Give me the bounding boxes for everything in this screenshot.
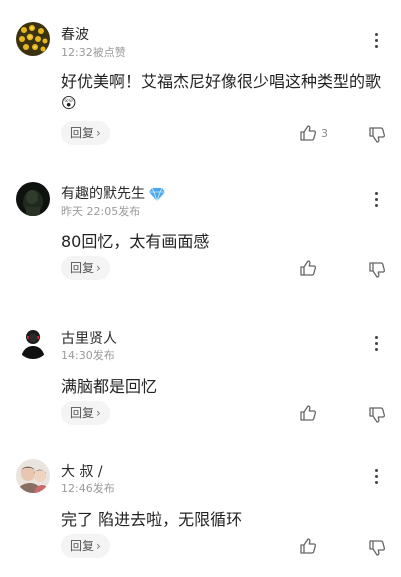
comment-text: 满脑都是回忆 xyxy=(61,377,158,396)
comment-text: 80回忆，太有画面感 xyxy=(61,232,210,251)
reply-label: 回复 xyxy=(70,261,95,275)
avatar[interactable] xyxy=(16,459,50,493)
user-name[interactable]: 大 叔 / xyxy=(61,461,103,481)
reply-button[interactable]: 回复 › xyxy=(61,401,110,425)
thumbs-up-icon[interactable] xyxy=(299,404,317,422)
surprised-emoji-icon: 😲 xyxy=(61,94,77,112)
comment-text: 好优美啊！艾福杰尼好像很少唱这种类型的歌 xyxy=(61,72,382,91)
thumbs-up-icon[interactable] xyxy=(299,259,317,277)
chevron-right-icon: › xyxy=(96,406,101,420)
avatar[interactable] xyxy=(16,182,50,216)
avatar[interactable] xyxy=(16,325,50,359)
more-vertical-icon[interactable] xyxy=(368,192,384,212)
reply-label: 回复 xyxy=(70,406,95,420)
user-name-text: 有趣的默先生 xyxy=(61,186,145,202)
thumbs-down-icon[interactable] xyxy=(368,261,386,279)
reply-label: 回复 xyxy=(70,539,95,553)
avatar[interactable] xyxy=(16,22,50,56)
thumbs-down-icon[interactable] xyxy=(368,126,386,144)
user-name[interactable]: 有趣的默先生 xyxy=(61,183,165,203)
reply-button[interactable]: 回复 › xyxy=(61,534,110,558)
reply-button[interactable]: 回复 › xyxy=(61,121,110,145)
chevron-right-icon: › xyxy=(96,126,101,140)
comment-meta: 昨天 22:05发布 xyxy=(61,205,141,218)
diamond-badge-icon xyxy=(149,187,165,201)
chevron-right-icon: › xyxy=(96,539,101,553)
thumbs-up-icon[interactable] xyxy=(299,124,317,142)
comment-meta: 14:30发布 xyxy=(61,349,115,362)
comment-text: 完了 陷进去啦，无限循环 xyxy=(61,510,243,529)
user-name[interactable]: 春波 xyxy=(61,24,89,44)
user-name[interactable]: 古里贤人 xyxy=(61,328,117,348)
comment-meta: 12:46发布 xyxy=(61,482,115,495)
comment-meta: 12:32被点赞 xyxy=(61,46,126,59)
reply-button[interactable]: 回复 › xyxy=(61,256,110,280)
more-vertical-icon[interactable] xyxy=(368,469,384,489)
thumbs-down-icon[interactable] xyxy=(368,539,386,557)
thumbs-up-icon[interactable] xyxy=(299,537,317,555)
more-vertical-icon[interactable] xyxy=(368,33,384,53)
more-vertical-icon[interactable] xyxy=(368,336,384,356)
thumbs-down-icon[interactable] xyxy=(368,406,386,424)
reply-label: 回复 xyxy=(70,126,95,140)
like-count: 3 xyxy=(321,127,328,140)
chevron-right-icon: › xyxy=(96,261,101,275)
